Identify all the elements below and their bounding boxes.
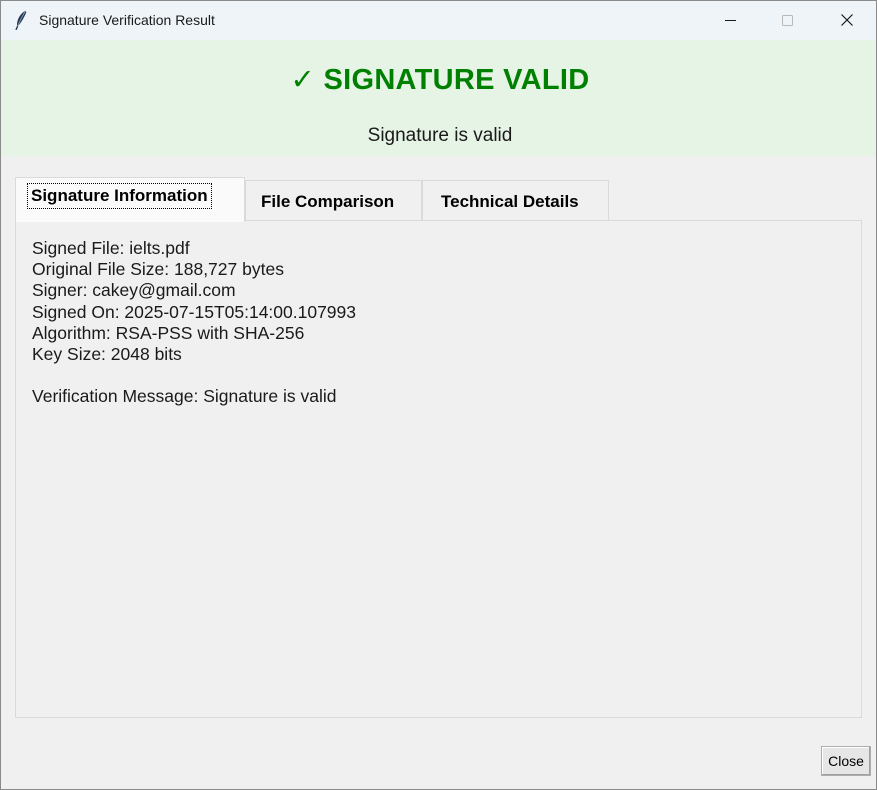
feather-icon: [14, 10, 28, 31]
minimize-icon: [725, 20, 736, 21]
close-window-button[interactable]: [818, 1, 876, 40]
algorithm-line: Algorithm: RSA-PSS with SHA-256: [32, 322, 305, 343]
key-size-line: Key Size: 2048 bits: [32, 343, 182, 364]
close-button[interactable]: Close: [821, 746, 871, 776]
title-bar[interactable]: Signature Verification Result: [1, 1, 876, 40]
signed-on-line: Signed On: 2025-07-15T05:14:00.107993: [32, 301, 357, 322]
tab-label: File Comparison: [261, 192, 395, 211]
signed-file-line: Signed File: ielts.pdf: [32, 238, 190, 258]
window-title: Signature Verification Result: [39, 12, 215, 28]
signature-status-message: Signature is valid: [367, 125, 513, 146]
maximize-icon: [782, 15, 793, 26]
tab-file-comparison[interactable]: File Comparison: [245, 180, 422, 221]
status-banner: ✓ SIGNATURE VALID Signature is valid: [1, 40, 876, 156]
original-file-size-line: Original File Size: 188,727 bytes: [32, 259, 284, 280]
signature-info-text: Signed File: ielts.pdf Original File Siz…: [32, 238, 356, 408]
verification-result-window: Signature Verification Result ✓ SIGNATUR…: [0, 0, 877, 790]
signer-line: Signer: cakey@gmail.com: [32, 280, 236, 301]
tab-label: Signature Information: [27, 183, 212, 209]
signature-information-panel: Signed File: ielts.pdf Original File Siz…: [15, 220, 862, 718]
verification-message-line: Verification Message: Signature is valid: [32, 386, 337, 407]
minimize-button[interactable]: [701, 1, 759, 40]
maximize-button[interactable]: [759, 1, 817, 40]
tab-label: Technical Details: [441, 192, 579, 211]
tab-signature-information[interactable]: Signature Information: [15, 177, 245, 222]
signature-status-heading: ✓ SIGNATURE VALID: [290, 64, 590, 96]
close-icon: [841, 14, 853, 26]
tab-technical-details[interactable]: Technical Details: [422, 180, 609, 221]
